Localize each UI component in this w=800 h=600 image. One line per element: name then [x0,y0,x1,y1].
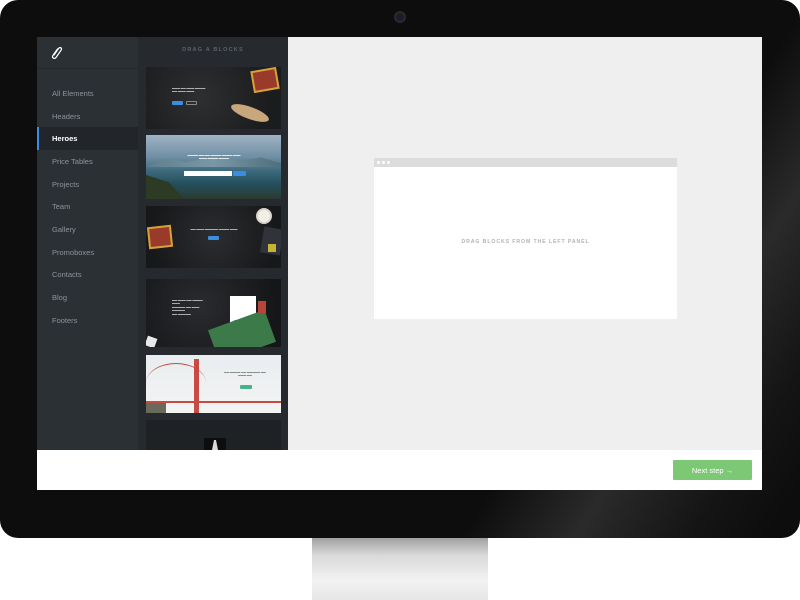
category-nav: All Elements Headers Heroes Price Tables… [37,82,138,332]
block-thumbnail[interactable]: ▬▬▬ ▬▬ ▬▬▬ ▬▬▬▬ ▬▬ ▬▬▬ ▬▬▬ [146,67,281,129]
page-canvas[interactable]: DRAG BLOCKS FROM THE LEFT PANEL [288,37,762,450]
drop-zone-placeholder: DRAG BLOCKS FROM THE LEFT PANEL [461,239,590,245]
sidebar-item-all-elements[interactable]: All Elements [37,82,138,105]
drop-zone[interactable]: DRAG BLOCKS FROM THE LEFT PANEL [374,158,677,319]
sidebar-item-heroes[interactable]: Heroes [37,127,138,151]
block-thumbnail[interactable]: ▬▬ ▬▬▬▬ ▬▬ ▬▬▬▬▬ ▬▬ ▬▬▬ ▬▬ [146,355,281,413]
camera-icon [394,11,406,23]
window-dot-icon [382,161,385,164]
category-sidebar: All Elements Headers Heroes Price Tables… [37,37,138,450]
paperclip-logo-icon [51,46,63,59]
window-dot-icon [377,161,380,164]
sidebar-item-headers[interactable]: Headers [37,105,138,128]
block-thumbnail[interactable]: ▬▬ ▬▬▬ ▬▬ ▬▬▬▬ ▬▬▬ ▬▬▬▬▬ ▬▬ ▬▬▬ ▬▬▬▬▬ ▬▬ ▬… [146,279,281,347]
blocks-panel-title: DRAG A BLOCKS [182,47,244,53]
sidebar-item-projects[interactable]: Projects [37,173,138,196]
monitor-bezel: All Elements Headers Heroes Price Tables… [0,0,800,538]
blocks-panel: DRAG A BLOCKS ▬▬▬ ▬▬ ▬▬▬ ▬▬▬▬ ▬▬ ▬▬▬ ▬▬▬ … [138,37,288,450]
bottom-bar: Next step → [37,450,762,490]
window-dot-icon [387,161,390,164]
sidebar-item-blog[interactable]: Blog [37,286,138,309]
sidebar-item-promoboxes[interactable]: Promoboxes [37,241,138,264]
next-step-button[interactable]: Next step → [673,460,752,480]
monitor-stand [312,536,488,600]
block-thumbnail[interactable] [146,420,281,450]
block-thumbnail[interactable]: ▬▬▬▬ ▬▬ ▬▬ ▬▬▬▬ ▬▬▬▬ ▬▬▬ ▬▬▬ ▬▬▬▬ ▬▬▬▬ [146,135,281,199]
sidebar-item-contacts[interactable]: Contacts [37,264,138,287]
coffee-cup-image [256,208,272,224]
block-thumbnail[interactable]: ▬▬ ▬▬▬ ▬▬▬▬▬ ▬▬▬▬ ▬▬▬ [146,206,281,268]
sidebar-item-price-tables[interactable]: Price Tables [37,150,138,173]
pastry-box-image [250,67,280,94]
leaf-image [229,100,271,126]
sidebar-item-team[interactable]: Team [37,195,138,218]
app-screen: All Elements Headers Heroes Price Tables… [37,37,762,490]
browser-window-bar [374,158,677,167]
app-logo[interactable] [37,37,138,69]
sidebar-item-gallery[interactable]: Gallery [37,218,138,241]
sidebar-item-footers[interactable]: Footers [37,309,138,332]
